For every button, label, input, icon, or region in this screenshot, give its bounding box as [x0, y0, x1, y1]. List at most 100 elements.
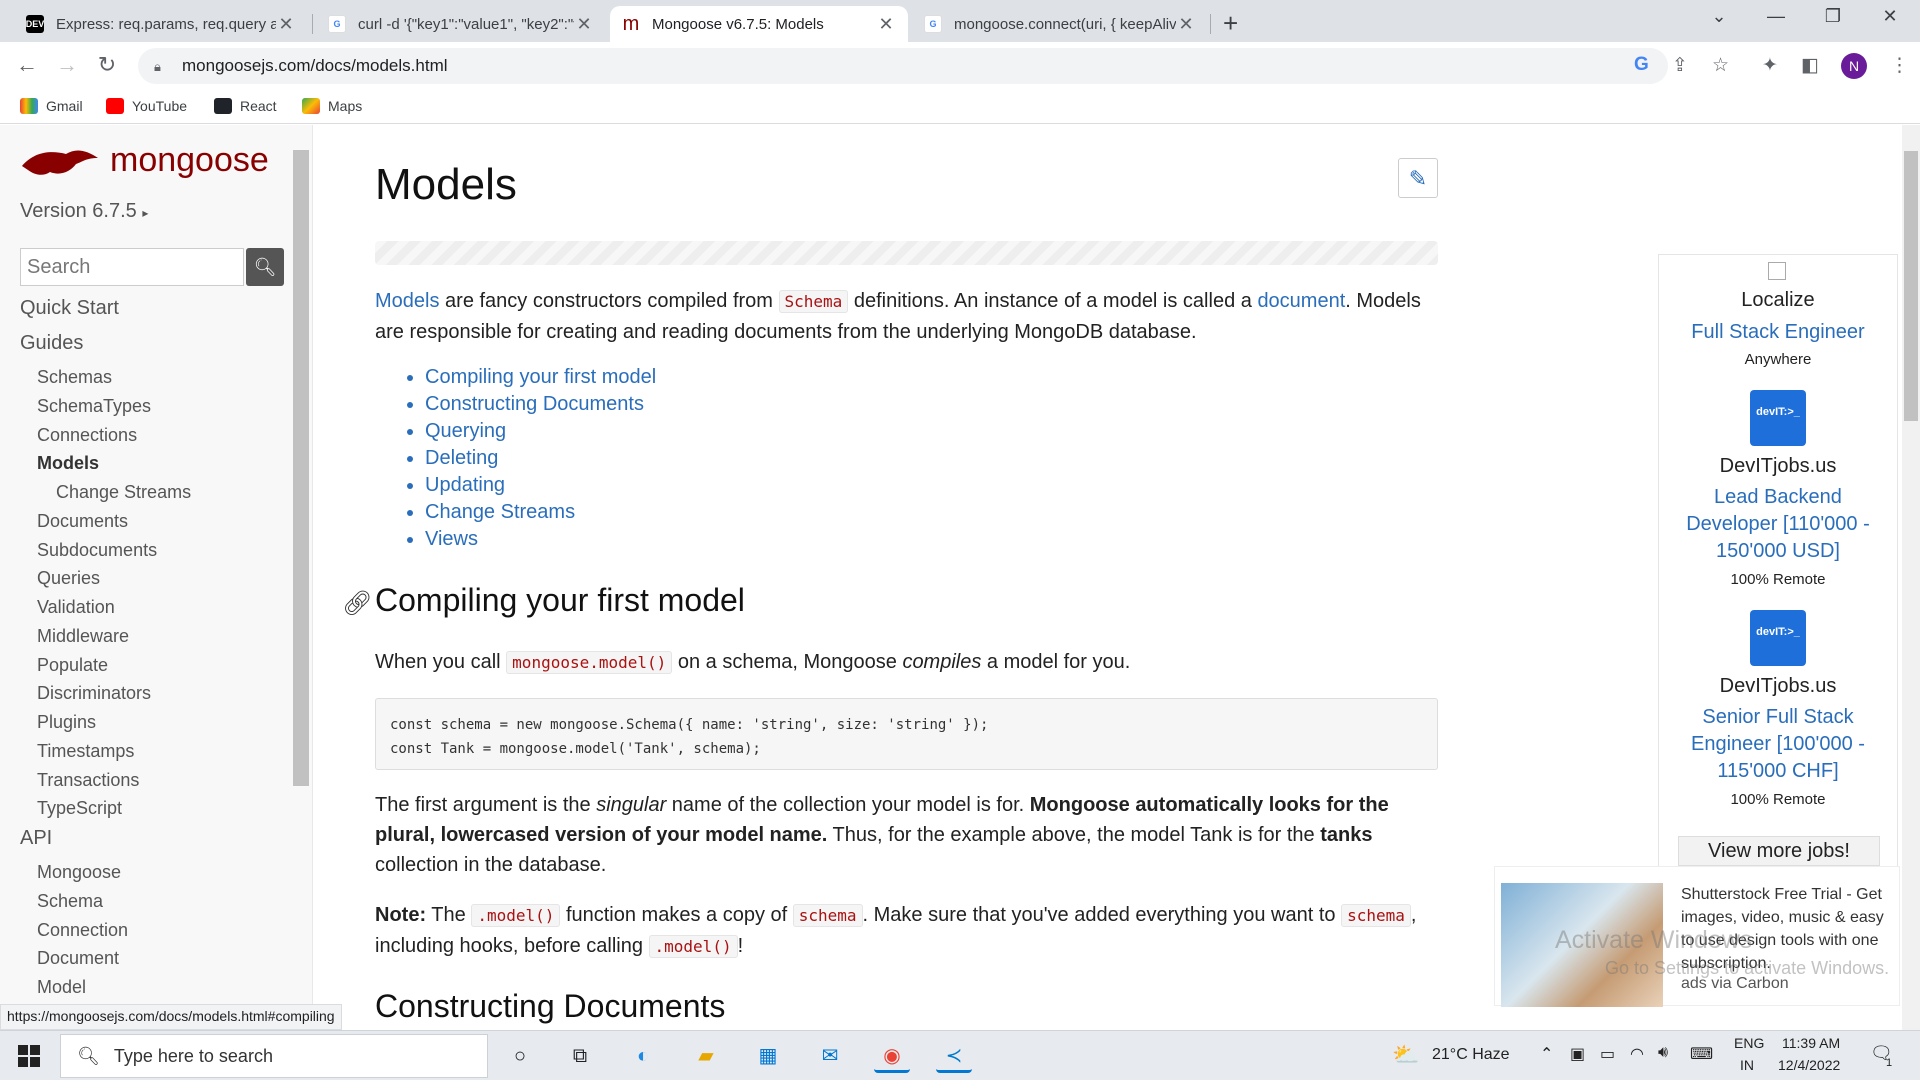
- nav-item-api-connection[interactable]: Connection: [37, 920, 128, 941]
- search-button[interactable]: 🔍︎: [246, 248, 284, 286]
- language-eng[interactable]: ENG: [1734, 1035, 1764, 1051]
- meet-icon[interactable]: ▣: [1570, 1044, 1585, 1064]
- nav-item-documents[interactable]: Documents: [37, 511, 128, 532]
- toc-link[interactable]: Querying: [425, 420, 506, 442]
- view-more-jobs-button[interactable]: View more jobs!: [1678, 836, 1880, 866]
- weather-text[interactable]: 21°C Haze: [1432, 1046, 1510, 1064]
- toc-link[interactable]: Constructing Documents: [425, 393, 644, 415]
- sidebar-scrollbar[interactable]: [293, 150, 309, 786]
- toc-link[interactable]: Compiling your first model: [425, 366, 656, 388]
- close-icon[interactable]: ✕: [276, 14, 296, 35]
- tab-curl[interactable]: G curl -d '{"key1":"value1", "key2":"v ✕: [316, 6, 606, 42]
- tab-express[interactable]: DEV Express: req.params, req.query ar ✕: [14, 6, 308, 42]
- scrollbar-thumb[interactable]: [1904, 151, 1918, 421]
- nav-item-plugins[interactable]: Plugins: [37, 712, 96, 733]
- toc-item[interactable]: Change Streams: [425, 499, 656, 526]
- bookmark-youtube[interactable]: YouTube: [106, 98, 187, 114]
- clock-time[interactable]: 11:39 AM: [1782, 1035, 1840, 1051]
- toc-item[interactable]: Compiling your first model: [425, 364, 656, 391]
- nav-item-api-model[interactable]: Model: [37, 977, 86, 998]
- nav-item-discriminators[interactable]: Discriminators: [37, 683, 151, 704]
- nav-quick-start[interactable]: Quick Start: [20, 297, 119, 320]
- toc-link[interactable]: Change Streams: [425, 501, 575, 523]
- edge-browser-icon[interactable]: ◐: [625, 1039, 661, 1073]
- nav-item-transactions[interactable]: Transactions: [37, 770, 139, 791]
- job-title-link[interactable]: Full Stack Engineer: [1668, 319, 1888, 346]
- wifi-icon[interactable]: ◠: [1630, 1044, 1644, 1064]
- bookmark-react[interactable]: React: [214, 98, 277, 114]
- logo-wordmark[interactable]: mongoose: [110, 141, 269, 180]
- nav-item-subdocuments[interactable]: Subdocuments: [37, 540, 157, 561]
- nav-item-queries[interactable]: Queries: [37, 568, 100, 589]
- vscode-icon[interactable]: ≺: [936, 1039, 972, 1073]
- language-region[interactable]: IN: [1740, 1057, 1754, 1073]
- nav-item-populate[interactable]: Populate: [37, 655, 108, 676]
- nav-item-models[interactable]: Models: [37, 453, 99, 474]
- nav-item-change-streams[interactable]: Change Streams: [56, 482, 191, 503]
- nav-item-api-mongoose[interactable]: Mongoose: [37, 862, 121, 883]
- toc-item[interactable]: Updating: [425, 472, 656, 499]
- toc-link[interactable]: Views: [425, 528, 478, 550]
- bookmark-maps[interactable]: Maps: [302, 98, 362, 114]
- microsoft-store-icon[interactable]: ▦: [750, 1039, 786, 1073]
- extensions-puzzle-icon[interactable]: ✦: [1762, 54, 1778, 77]
- tab-search-chevron-icon[interactable]: ⌄: [1699, 6, 1739, 27]
- nav-item-validation[interactable]: Validation: [37, 597, 115, 618]
- minimize-icon[interactable]: —: [1756, 6, 1796, 27]
- nav-item-middleware[interactable]: Middleware: [37, 626, 129, 647]
- nav-item-typescript[interactable]: TypeScript: [37, 798, 122, 819]
- new-tab-plus-icon[interactable]: +: [1223, 8, 1238, 39]
- task-view-icon[interactable]: ⧉: [562, 1039, 598, 1073]
- toc-item[interactable]: Deleting: [425, 445, 656, 472]
- nav-api[interactable]: API: [20, 827, 52, 850]
- nav-item-api-document[interactable]: Document: [37, 948, 119, 969]
- address-bar[interactable]: 🔒︎ mongoosejs.com/docs/models.html: [138, 48, 1668, 84]
- weather-icon[interactable]: ⛅: [1392, 1042, 1419, 1068]
- menu-kebab-icon[interactable]: ⋮: [1890, 54, 1909, 77]
- toc-item[interactable]: Constructing Documents: [425, 391, 656, 418]
- clock-date[interactable]: 12/4/2022: [1778, 1057, 1840, 1073]
- toc-item[interactable]: Querying: [425, 418, 656, 445]
- bookmark-gmail[interactable]: Gmail: [20, 98, 83, 114]
- mail-icon[interactable]: ✉: [812, 1039, 848, 1073]
- share-icon[interactable]: ⇪: [1672, 54, 1688, 77]
- version-selector[interactable]: Version 6.7.5 ▸: [20, 200, 148, 223]
- document-link[interactable]: document: [1257, 290, 1345, 312]
- close-icon[interactable]: ✕: [876, 14, 896, 35]
- nav-item-schematypes[interactable]: SchemaTypes: [37, 396, 151, 417]
- anchor-link-icon[interactable]: 🔗︎: [342, 589, 372, 618]
- maximize-icon[interactable]: ❐: [1813, 6, 1853, 27]
- toc-item[interactable]: Views: [425, 526, 656, 553]
- tab-mongoose-connect[interactable]: G mongoose.connect(uri, { keepAliv ✕: [912, 6, 1208, 42]
- chevron-up-icon[interactable]: ⌃: [1540, 1044, 1553, 1064]
- side-panel-icon[interactable]: ◧: [1801, 54, 1819, 77]
- toc-link[interactable]: Updating: [425, 474, 505, 496]
- reload-icon[interactable]: ↻: [93, 52, 121, 78]
- google-lens-icon[interactable]: G: [1634, 54, 1649, 76]
- edit-page-button[interactable]: ✎: [1398, 158, 1438, 198]
- volume-icon[interactable]: 🔊︎: [1658, 1044, 1668, 1062]
- back-arrow-icon[interactable]: ←: [13, 52, 41, 78]
- keyboard-icon[interactable]: ⌨: [1690, 1044, 1713, 1064]
- bookmark-star-icon[interactable]: ☆: [1712, 54, 1729, 77]
- window-close-icon[interactable]: ✕: [1870, 6, 1910, 27]
- job-title-link[interactable]: Lead Backend Developer [110'000 - 150'00…: [1668, 484, 1888, 565]
- battery-icon[interactable]: ▭: [1600, 1044, 1615, 1064]
- nav-item-timestamps[interactable]: Timestamps: [37, 741, 134, 762]
- nav-item-api-schema[interactable]: Schema: [37, 891, 103, 912]
- forward-arrow-icon[interactable]: →: [53, 52, 81, 78]
- profile-avatar[interactable]: N: [1841, 53, 1867, 79]
- models-link[interactable]: Models: [375, 290, 439, 312]
- chrome-icon[interactable]: ◉: [874, 1039, 910, 1073]
- windows-start-icon[interactable]: [18, 1045, 40, 1067]
- close-icon[interactable]: ✕: [1176, 14, 1196, 35]
- job-title-link[interactable]: Senior Full Stack Engineer [100'000 - 11…: [1668, 704, 1888, 785]
- tab-mongoose-models[interactable]: m Mongoose v6.7.5: Models ✕: [610, 6, 908, 42]
- nav-item-schemas[interactable]: Schemas: [37, 367, 112, 388]
- toc-link[interactable]: Deleting: [425, 447, 498, 469]
- nav-guides[interactable]: Guides: [20, 332, 83, 355]
- cortana-circle-icon[interactable]: ○: [502, 1039, 538, 1073]
- taskbar-search-box[interactable]: 🔍︎ Type here to search: [60, 1034, 488, 1078]
- search-input[interactable]: Search: [20, 248, 244, 286]
- file-explorer-icon[interactable]: ▰: [688, 1039, 724, 1073]
